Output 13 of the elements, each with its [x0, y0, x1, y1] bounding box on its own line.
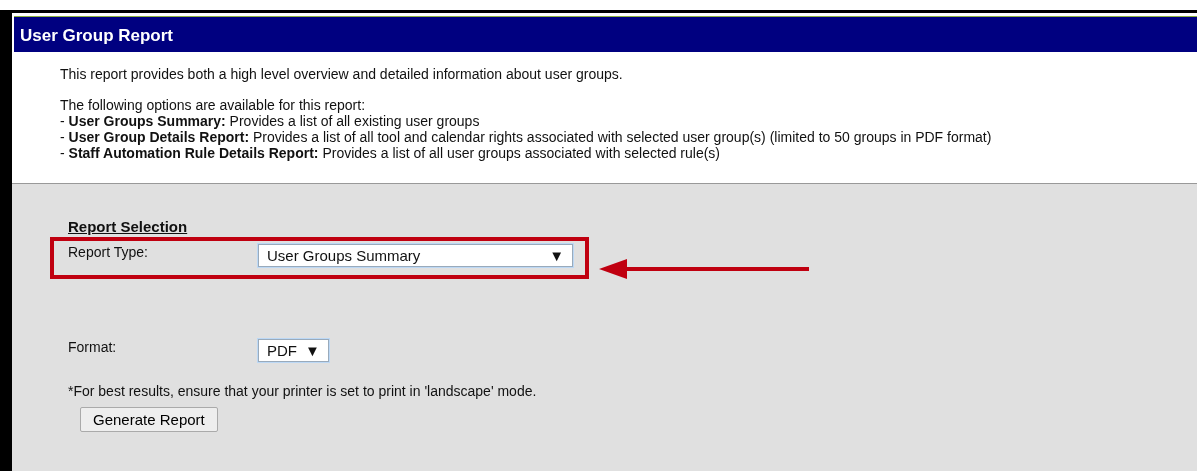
dropdown[interactable]: User Groups Summary ▼ [258, 243, 573, 267]
note-text: *For best results, ensure that your printer is set to print in 'landscape' mode. [68, 382, 538, 399]
window-title: User Group Report [14, 16, 1197, 52]
option-description: - Staff Automation Rule Details Report: Provides a list of all user groups associated with selected rule(s) [60, 144, 720, 161]
option-description: - User Group Details Report: Provides a list of all tool and calendar rights associated with selected user group(s) (limited to 50 groups in PDF format) [60, 128, 993, 145]
generate-report-button[interactable]: Generate Report [80, 406, 218, 433]
dropdown[interactable]: PDF ▼ [258, 338, 329, 362]
field-label: Report Type: [68, 243, 149, 262]
option-description: - User Groups Summary: Provides a list of all existing user groups [60, 112, 481, 129]
intro-text: This report provides both a high level overview and detailed information about user groups. [60, 65, 624, 82]
section-title: Report Selection [68, 218, 189, 236]
field-label: Format: [68, 338, 118, 357]
options-heading: The following options are available for this report: [60, 96, 367, 113]
